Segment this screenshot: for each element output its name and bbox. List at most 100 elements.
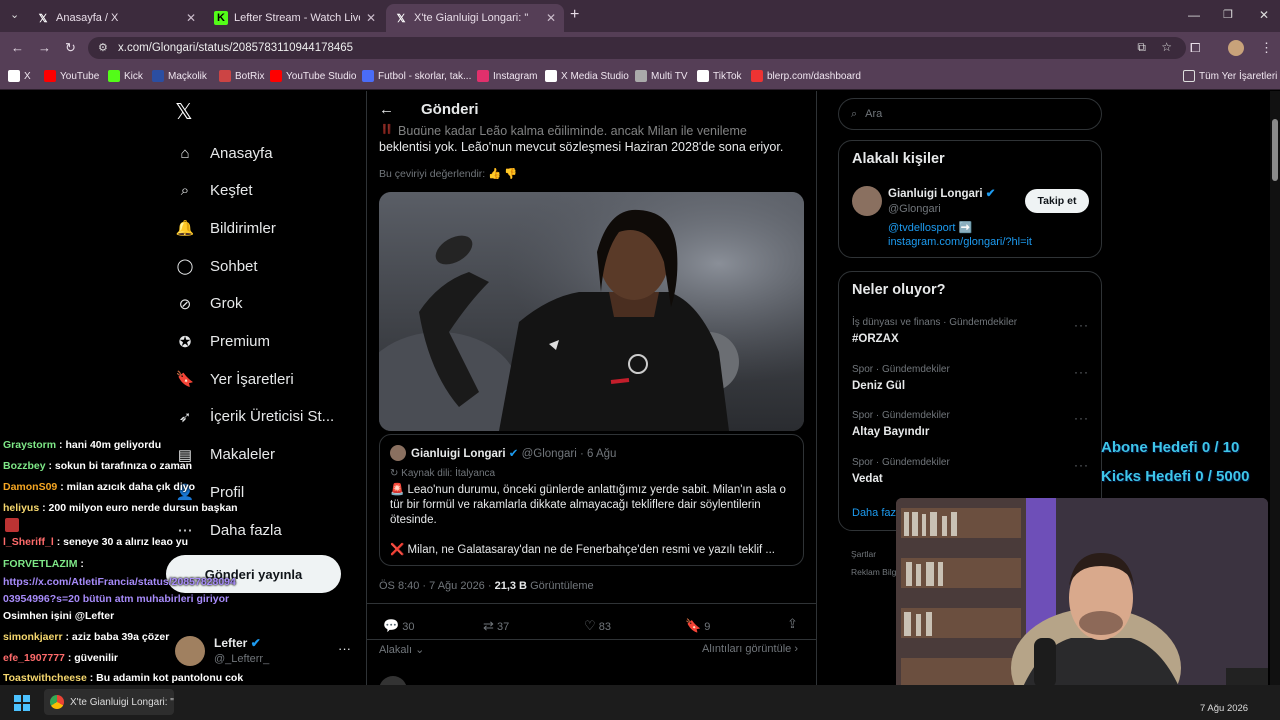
account-more-icon[interactable]: ··· (338, 641, 351, 656)
related-name[interactable]: Gianluigi Longari ✔ (888, 186, 995, 200)
nav-item-4[interactable]: ⊘ Grok (175, 294, 243, 314)
premium-icon: ✪ (178, 333, 192, 351)
nav-item-5[interactable]: ✪ Premium (175, 332, 270, 352)
reply-button[interactable]: 💬 30 (383, 618, 415, 634)
repost-button[interactable]: ⇄ 37 (483, 618, 509, 634)
tab-search-icon[interactable]: ⌄ (10, 8, 19, 21)
trend-item[interactable]: Spor · Gündemdekiler Deniz Gül (852, 364, 950, 392)
site-info-icon[interactable]: ⚙ (98, 41, 108, 54)
nav-item-7[interactable]: ➶ İçerik Üreticisi St... (175, 407, 334, 427)
maximize-icon[interactable]: ❐ (1223, 8, 1233, 21)
post-image[interactable] (379, 192, 804, 431)
bookmark-6[interactable]: Futbol - skorlar, tak... (362, 70, 471, 82)
quote-text-2: ❌ Milan, ne Galatasaray'dan ne de Fenerb… (390, 544, 775, 556)
nav-item-10[interactable]: ⋯ Daha fazla (175, 520, 282, 540)
profile-avatar[interactable] (1228, 40, 1244, 56)
bookmark-label: blerp.com/dashboard (767, 70, 861, 82)
quoted-post[interactable]: Gianluigi Longari ✔ @Glongari · 6 Ağu ↻ … (379, 434, 804, 566)
close-icon[interactable]: ✕ (546, 11, 556, 25)
bookmark-11[interactable]: blerp.com/dashboard (751, 70, 861, 82)
streamer-cam (896, 498, 1268, 704)
new-tab-icon[interactable]: + (570, 6, 579, 24)
forward-icon[interactable]: → (38, 40, 51, 55)
minimize-icon[interactable]: — (1188, 8, 1200, 22)
tab-active-post[interactable]: 𝕏 X'te Gianluigi Longari: " ✕ (386, 4, 564, 32)
quote-text: 🚨 Leao'nun durumu, önceki günlerde anlat… (390, 484, 786, 526)
close-icon[interactable]: ✕ (186, 11, 196, 25)
trend-item[interactable]: İş dünyası ve finans · Gündemdekiler #ORZ… (852, 317, 1017, 345)
bookmark-2[interactable]: Kick (108, 70, 143, 82)
follow-button[interactable]: Takip et (1025, 189, 1089, 213)
chat-username: heliyus (3, 502, 40, 514)
bookmark-1[interactable]: YouTube (44, 70, 99, 82)
mackolik-icon (152, 70, 164, 82)
search-input[interactable]: ⌕ Ara (838, 98, 1102, 130)
thumbs-up-icon[interactable]: 👍 (488, 168, 501, 180)
back-arrow-icon[interactable]: ← (379, 101, 394, 118)
thumbs-down-icon[interactable]: 👎 (504, 168, 517, 180)
trend-item[interactable]: Spor · Gündemdekiler Vedat (852, 457, 950, 485)
bookmark-10[interactable]: TikTok (697, 70, 742, 82)
bookmark-button[interactable]: 🔖 9 (685, 618, 710, 634)
chrome-icon (50, 695, 64, 709)
tab-kick[interactable]: K Lefter Stream - Watch Live on K ✕ (206, 4, 384, 32)
extensions-icon[interactable]: ⧠ (1190, 40, 1200, 56)
nav-label: Makaleler (210, 446, 276, 464)
trend-more-icon[interactable]: ··· (1074, 411, 1089, 425)
reload-icon[interactable]: ↻ (65, 40, 76, 56)
bookmark-5[interactable]: YouTube Studio (270, 70, 356, 82)
share-icon[interactable]: ⇪ (787, 616, 798, 632)
bio-link[interactable]: @tvdellosport ➡️ (888, 221, 972, 234)
avatar[interactable] (175, 636, 205, 666)
chat-message: Toastwithcheese : Bu adamin kot pantolon… (3, 672, 243, 684)
star-icon[interactable]: ☆ (1161, 40, 1172, 54)
trend-more-icon[interactable]: ··· (1074, 318, 1089, 332)
scrollbar-thumb[interactable] (1272, 119, 1278, 181)
account-name[interactable]: Lefter ✔ (214, 636, 261, 650)
bookmark-8[interactable]: X Media Studio (545, 70, 629, 82)
nav-item-1[interactable]: ⌕ Keşfet (175, 181, 253, 201)
footer-terms[interactable]: Şartlar (851, 549, 876, 559)
trend-more-icon[interactable]: ··· (1074, 458, 1089, 472)
nav-label: Premium (210, 333, 271, 350)
scrollbar[interactable] (1270, 91, 1280, 685)
bookmark-9[interactable]: Multi TV (635, 70, 688, 82)
menu-icon[interactable]: ⋮ (1260, 40, 1273, 56)
bookmark-3[interactable]: Maçkolik (152, 70, 207, 82)
avatar[interactable] (852, 186, 882, 216)
sort-relevant[interactable]: Alakalı ⌄ (379, 643, 424, 656)
install-icon[interactable]: ⧉ (1137, 40, 1146, 55)
page-title: Gönderi (421, 101, 479, 118)
nav-item-3[interactable]: ◯ Sohbet (175, 256, 258, 276)
back-icon[interactable]: ← (11, 40, 24, 55)
view-quotes[interactable]: Alıntıları görüntüle › (702, 643, 798, 655)
trend-item[interactable]: Spor · Gündemdekiler Altay Bayındır (852, 410, 950, 438)
nav-item-2[interactable]: 🔔 Bildirimler (175, 218, 276, 238)
windows-start-icon[interactable] (14, 695, 30, 711)
heart-icon: ♡ (584, 618, 596, 633)
chat-username: efe_1907777 (3, 652, 65, 664)
bookmark-0[interactable]: X (8, 70, 31, 82)
footer-ad-info[interactable]: Reklam Bilgi (851, 567, 898, 577)
trend-more-icon[interactable]: ··· (1074, 365, 1089, 379)
taskbar-chrome-window[interactable]: X'te Gianluigi Longari: " (44, 689, 174, 715)
window-close-icon[interactable]: ✕ (1259, 8, 1269, 22)
main-column: ← Gönderi ‼️ Bugüne kadar Leão kalma eği… (366, 91, 817, 685)
bookmark-4[interactable]: BotRix (219, 70, 264, 82)
nav-item-0[interactable]: ⌂ Anasayfa (175, 143, 272, 163)
trend-name: Altay Bayındır (852, 426, 930, 438)
bookmark-7[interactable]: Instagram (477, 70, 537, 82)
like-button[interactable]: ♡ 83 (584, 618, 611, 634)
related-people-card: Alakalı kişiler Gianluigi Longari ✔ @Glo… (838, 140, 1102, 258)
close-icon[interactable]: ✕ (366, 11, 376, 25)
address-bar[interactable]: ⚙ x.com/Glongari/status/2085783110944178… (88, 37, 1186, 59)
all-bookmarks[interactable]: Tüm Yer İşaretleri (1183, 70, 1277, 82)
tab-home[interactable]: 𝕏 Anasayfa / X ✕ (28, 4, 204, 32)
search-icon: ⌕ (851, 107, 858, 120)
tab-title: Anasayfa / X (56, 12, 119, 24)
reply-avatar (379, 676, 407, 685)
chat-icon: ◯ (176, 258, 194, 276)
nav-item-6[interactable]: 🔖 Yer İşaretleri (175, 369, 294, 389)
bio-link[interactable]: instagram.com/glongari/?hl=it (888, 236, 1032, 248)
x-logo-icon[interactable]: 𝕏 (175, 101, 197, 123)
